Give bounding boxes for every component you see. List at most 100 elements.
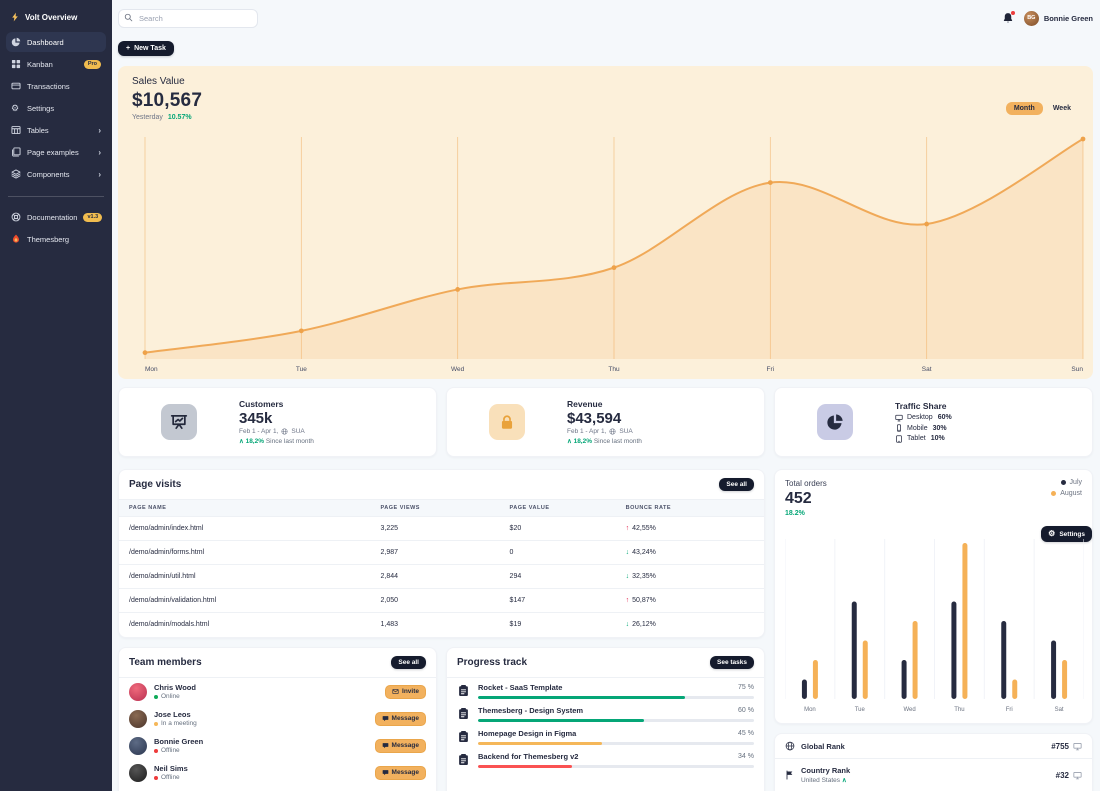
sidebar-item-themesberg[interactable]: Themesberg <box>6 229 106 249</box>
team-header: Team members See all <box>119 648 436 677</box>
left-column: Page visits See all PAGE NAME PAGE VIEWS… <box>118 469 765 791</box>
chat-icon <box>382 715 389 722</box>
sidebar-item-label: Kanban <box>27 60 78 69</box>
cell-page-value: $19 <box>500 613 616 637</box>
sidebar-item-documentation[interactable]: Documentation v1.3 <box>6 207 106 227</box>
gear-icon: ⚙ <box>11 103 21 113</box>
flag-icon <box>785 770 795 780</box>
search-input[interactable] <box>118 9 258 28</box>
action-label: Message <box>392 769 419 776</box>
traffic-value: 60% <box>938 414 952 421</box>
team-members-card: Team members See all Chris Wood Online I… <box>118 647 437 791</box>
sidebar-divider <box>8 196 104 197</box>
sidebar-item-dashboard[interactable]: Dashboard <box>6 32 106 52</box>
see-tasks-button[interactable]: See tasks <box>710 656 754 669</box>
stat-change-note: Since last month <box>594 438 642 445</box>
sidebar-item-transactions[interactable]: Transactions <box>6 76 106 96</box>
chart-pie-icon <box>11 37 21 47</box>
page-visits-title: Page visits <box>129 479 181 490</box>
cell-page-value: $20 <box>500 517 616 541</box>
user-menu[interactable]: BG Bonnie Green <box>1024 11 1093 26</box>
desktop-icon <box>895 414 903 422</box>
sidebar-item-components[interactable]: Components › <box>6 164 106 184</box>
toggle-week[interactable]: Week <box>1045 102 1079 115</box>
flame-logo <box>11 234 21 244</box>
task-row: Homepage Design in Figma45 % <box>447 724 764 747</box>
sidebar-item-tables[interactable]: Tables › <box>6 120 106 140</box>
brand-label: Volt Overview <box>25 13 77 22</box>
action-label: Message <box>392 742 419 749</box>
task-row: Themesberg - Design System60 % <box>447 701 764 724</box>
arrow-down-icon: ↓ <box>626 573 630 580</box>
cell-bounce-rate: ↑42,55% <box>616 517 764 541</box>
table-row: /demo/admin/util.html 2,844 294 ↓32,35% <box>119 565 764 589</box>
topbar-right: BG Bonnie Green <box>1002 11 1093 26</box>
rank-number: #32 <box>1056 771 1069 780</box>
bell-icon[interactable] <box>1002 12 1014 24</box>
globe-icon <box>281 428 288 435</box>
chevron-right-icon: › <box>98 148 101 157</box>
svg-text:Sat: Sat <box>1055 707 1064 713</box>
stat-region: SUA <box>291 428 304 435</box>
clipboard-icon <box>457 684 470 697</box>
message-button[interactable]: Message <box>375 766 426 780</box>
sidebar-item-page-examples[interactable]: Page examples › <box>6 142 106 162</box>
pie-chart-icon <box>817 404 853 440</box>
rank-label: Country Rank United States ∧ <box>801 766 1056 784</box>
sidebar-item-settings[interactable]: ⚙ Settings <box>6 98 106 118</box>
tablet-icon <box>895 435 903 443</box>
traffic-label: Tablet <box>907 435 926 442</box>
chat-icon <box>382 742 389 749</box>
svg-text:Wed: Wed <box>451 366 465 373</box>
sidebar-item-kanban[interactable]: Kanban Pro <box>6 54 106 74</box>
brand[interactable]: Volt Overview <box>6 8 106 32</box>
sales-line-chart: MonTueWedThuFriSatSun <box>118 131 1093 377</box>
toggle-month[interactable]: Month <box>1006 102 1043 115</box>
bounce-value: 43,24% <box>632 549 656 556</box>
avatar <box>129 737 147 755</box>
legend-label: August <box>1060 490 1082 497</box>
presentation-chart-icon <box>161 404 197 440</box>
orders-header: Total orders 452 18.2% July August <box>785 479 1082 517</box>
new-task-button[interactable]: + New Task <box>118 41 174 56</box>
message-button[interactable]: Message <box>375 739 426 753</box>
sidebar-item-label: Dashboard <box>27 38 101 47</box>
arrow-down-icon: ↓ <box>626 621 630 628</box>
member-info: Chris Wood Online <box>154 683 385 700</box>
see-all-button[interactable]: See all <box>391 656 426 669</box>
arrow-up-icon: ↑ <box>626 597 630 604</box>
content-columns: Page visits See all PAGE NAME PAGE VIEWS… <box>118 469 1093 791</box>
grid-icon <box>11 59 21 69</box>
svg-text:Wed: Wed <box>903 707 915 713</box>
task-title: Themesberg - Design System <box>478 706 583 715</box>
progress-fill <box>478 742 602 745</box>
global-rank-row: Global Rank #755 <box>775 734 1092 758</box>
stat-title: Traffic Share <box>895 401 1084 411</box>
sidebar-item-label: Transactions <box>27 82 101 91</box>
member-status: Online <box>154 693 385 700</box>
cell-page-views: 2,987 <box>371 541 500 565</box>
sidebar-item-label: Page examples <box>27 148 92 157</box>
action-label: Invite <box>402 688 419 695</box>
traffic-mobile-row: Mobile 30% <box>895 424 1084 432</box>
invite-button[interactable]: Invite <box>385 685 426 699</box>
chevron-right-icon: › <box>98 170 101 179</box>
progress-title: Progress track <box>457 657 527 668</box>
status-dot <box>154 695 158 699</box>
notification-dot <box>1011 11 1015 15</box>
arrow-down-icon: ↓ <box>626 549 630 556</box>
traffic-label: Desktop <box>907 414 933 421</box>
see-all-button[interactable]: See all <box>719 478 754 491</box>
member-name: Jose Leos <box>154 710 375 719</box>
cell-page-name: /demo/admin/modals.html <box>119 613 371 637</box>
customers-card: Customers 345k Feb 1 - Apr 1, SUA ∧ 18,2… <box>118 387 437 457</box>
member-name: Chris Wood <box>154 683 385 692</box>
message-button[interactable]: Message <box>375 712 426 726</box>
sidebar-item-label: Themesberg <box>27 235 69 244</box>
stat-change: ∧ 18,2% Since last month <box>239 437 428 445</box>
revenue-card: Revenue $43,594 Feb 1 - Apr 1, SUA ∧ 18,… <box>446 387 765 457</box>
legend-dot-august <box>1051 491 1056 496</box>
country-rank-row: Country Rank United States ∧ #32 <box>775 758 1092 791</box>
stat-change-value: 18,2% <box>574 438 592 445</box>
col-page-name: PAGE NAME <box>119 500 371 517</box>
